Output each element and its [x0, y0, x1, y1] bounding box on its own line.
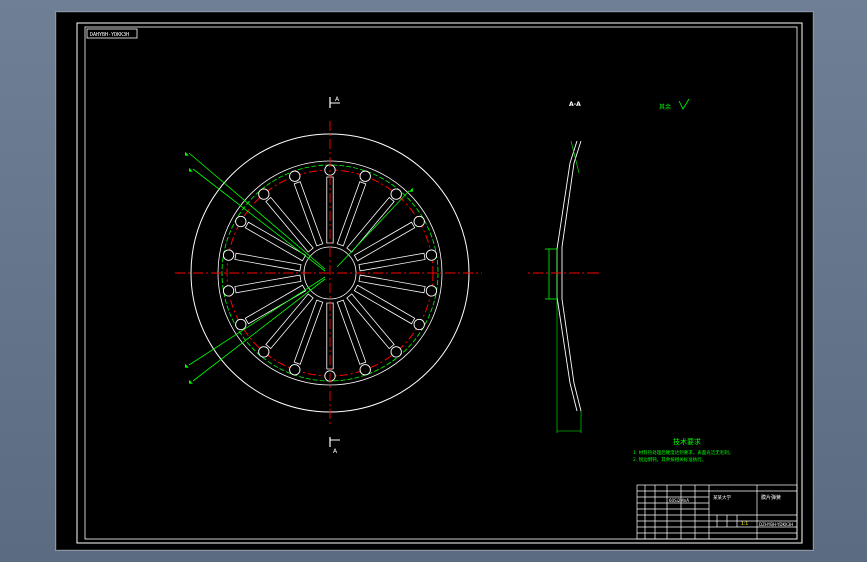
scale-text: 1:1: [741, 521, 748, 527]
spoke-slot: [234, 252, 302, 272]
drawing-canvas: DAHYBH-YDKK3H ◣ ◣ ◣ ◣ ◢ A A A-A 其余 技术要求 …: [76, 22, 803, 544]
svg-text:其余: 其余: [659, 103, 671, 111]
svg-text:A: A: [335, 96, 340, 103]
svg-text:◣: ◣: [189, 379, 193, 385]
svg-text:◣: ◣: [185, 363, 189, 369]
cad-viewport[interactable]: DAHYBH-YDKK3H ◣ ◣ ◣ ◣ ◢ A A A-A 其余 技术要求 …: [56, 12, 813, 550]
section-view: A-A: [527, 101, 599, 433]
spoke-slot: [336, 299, 367, 365]
spoke-slot: [293, 299, 324, 365]
spring-hole: [413, 215, 425, 228]
spoke-slot: [336, 181, 367, 247]
spoke-slot: [358, 252, 426, 272]
title-code-text: DAHYBH-YDKK3H: [90, 32, 129, 38]
spring-hole: [413, 318, 425, 331]
svg-text:◣: ◣: [189, 167, 193, 173]
spoke-slot: [234, 274, 302, 294]
tech-title: 技术要求: [673, 437, 701, 446]
spring-hole: [235, 318, 247, 331]
cut-marker-bottom: A: [329, 437, 340, 455]
company-text: 某某大学: [713, 494, 731, 501]
section-label: A-A: [569, 101, 581, 108]
drawing-no-text: DZHYBH-YDKK3H: [759, 522, 793, 527]
front-view: ◣ ◣ ◣ ◣ ◢ A A: [175, 96, 482, 455]
spring-hole: [289, 170, 301, 182]
tech-requirements: 技术要求 1. 材料热处理后硬度达到要求，表面光洁无毛刺。 2. 锐边倒钝，其余…: [633, 437, 733, 463]
cut-marker-top: A: [329, 96, 340, 108]
spring-hole: [425, 249, 438, 261]
spring-hole: [258, 188, 270, 200]
spring-hole: [258, 346, 270, 358]
tech-line-2: 2. 锐边倒钝，其余按相关标准执行。: [633, 456, 706, 463]
spring-hole: [289, 364, 301, 376]
roughness-note: 其余: [659, 98, 690, 111]
tech-line-1: 1. 材料热处理后硬度达到要求，表面光洁无毛刺。: [633, 449, 733, 456]
spoke-slot: [358, 274, 426, 294]
svg-text:A: A: [333, 448, 338, 455]
spring-hole: [390, 188, 402, 200]
title-block: [636, 484, 798, 540]
spring-hole: [222, 249, 235, 261]
spring-hole: [425, 285, 438, 297]
spoke-slot: [293, 181, 324, 247]
spring-hole: [359, 170, 371, 182]
spring-hole: [390, 346, 402, 358]
part-name-text: 膜片弹簧: [761, 494, 781, 501]
svg-text:◢: ◢: [409, 187, 413, 193]
spring-hole: [359, 364, 371, 376]
material-text: 60Si2MnA: [669, 498, 689, 503]
svg-text:◣: ◣: [185, 151, 189, 157]
outer-frame: [76, 22, 803, 544]
spring-hole: [222, 285, 235, 297]
spring-hole: [235, 215, 247, 228]
